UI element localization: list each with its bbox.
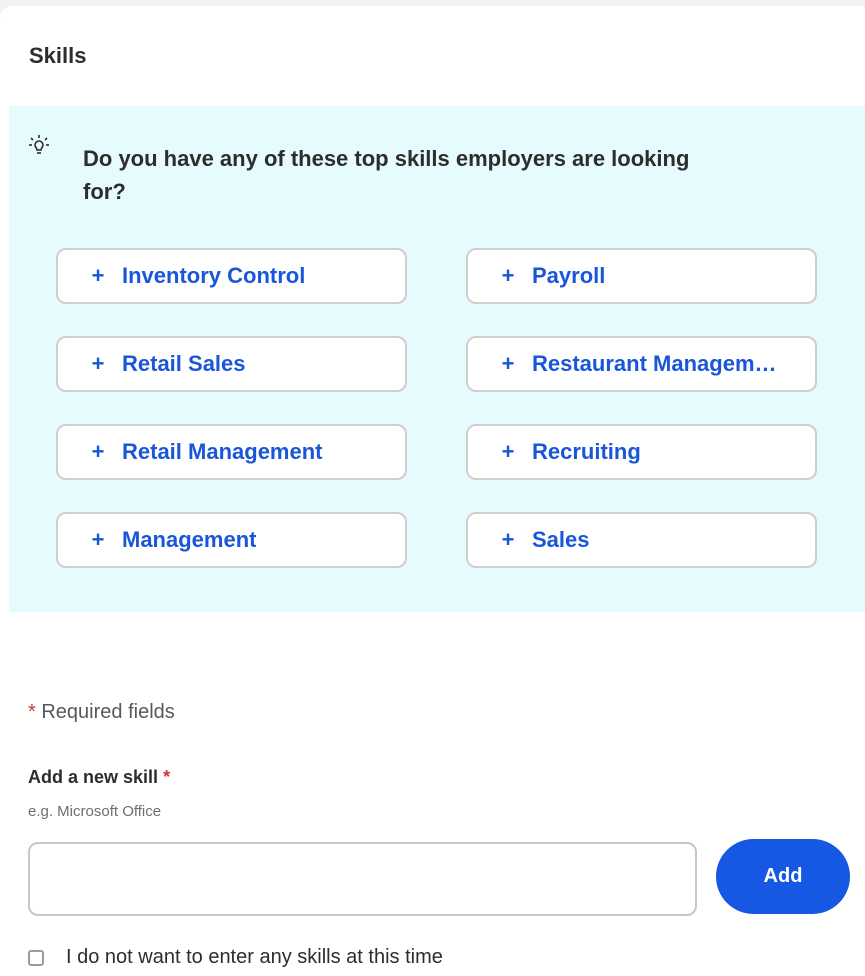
required-fields-note: * Required fields bbox=[28, 701, 175, 724]
suggestions-panel: Do you have any of these top skills empl… bbox=[9, 106, 865, 612]
skill-chip-label: Inventory Control bbox=[122, 263, 306, 288]
plus-icon: + bbox=[501, 263, 515, 288]
suggestions-prompt: Do you have any of these top skills empl… bbox=[83, 146, 690, 204]
plus-icon: + bbox=[501, 439, 515, 464]
skill-hint: e.g. Microsoft Office bbox=[28, 803, 162, 820]
skill-chip-retail-sales[interactable]: + Retail Sales bbox=[56, 336, 407, 392]
skill-chip-management[interactable]: + Management bbox=[56, 512, 407, 568]
plus-icon: + bbox=[91, 351, 105, 376]
required-asterisk: * bbox=[163, 767, 171, 787]
skill-chip-sales[interactable]: + Sales bbox=[466, 512, 817, 568]
skill-label-text: Add a new skill bbox=[28, 767, 159, 787]
plus-icon: + bbox=[501, 527, 515, 552]
optout-row[interactable]: I do not want to enter any skills at thi… bbox=[28, 946, 443, 969]
skill-input[interactable] bbox=[28, 842, 697, 916]
plus-icon: + bbox=[91, 527, 105, 552]
plus-icon: + bbox=[91, 263, 105, 288]
skill-chip-label: Restaurant Management bbox=[532, 351, 782, 376]
skill-chip-label: Retail Management bbox=[122, 439, 323, 464]
plus-icon: + bbox=[91, 439, 105, 464]
required-asterisk: * bbox=[28, 701, 36, 723]
skill-chip-label: Management bbox=[122, 527, 257, 552]
optout-label: I do not want to enter any skills at thi… bbox=[66, 946, 443, 968]
skill-chip-label: Recruiting bbox=[532, 439, 641, 464]
skill-chip-inventory-control[interactable]: + Inventory Control bbox=[56, 248, 407, 304]
optout-checkbox[interactable] bbox=[28, 949, 44, 966]
skill-chip-recruiting[interactable]: + Recruiting bbox=[466, 424, 817, 480]
required-note-text: Required fields bbox=[41, 701, 175, 723]
skill-chip-payroll[interactable]: + Payroll bbox=[466, 248, 817, 304]
skill-chip-label: Retail Sales bbox=[122, 351, 246, 376]
plus-icon: + bbox=[501, 351, 515, 376]
skill-chip-label: Payroll bbox=[532, 263, 606, 288]
add-skill-button[interactable]: Add bbox=[716, 839, 850, 914]
lightbulb-icon bbox=[29, 135, 49, 154]
skill-chip-retail-management[interactable]: + Retail Management bbox=[56, 424, 407, 480]
section-title: Skills bbox=[29, 43, 87, 68]
skill-chip-label: Sales bbox=[532, 527, 590, 552]
skill-field-label: Add a new skill * bbox=[28, 767, 170, 788]
skill-chip-restaurant-management[interactable]: + Restaurant Management bbox=[466, 336, 817, 392]
